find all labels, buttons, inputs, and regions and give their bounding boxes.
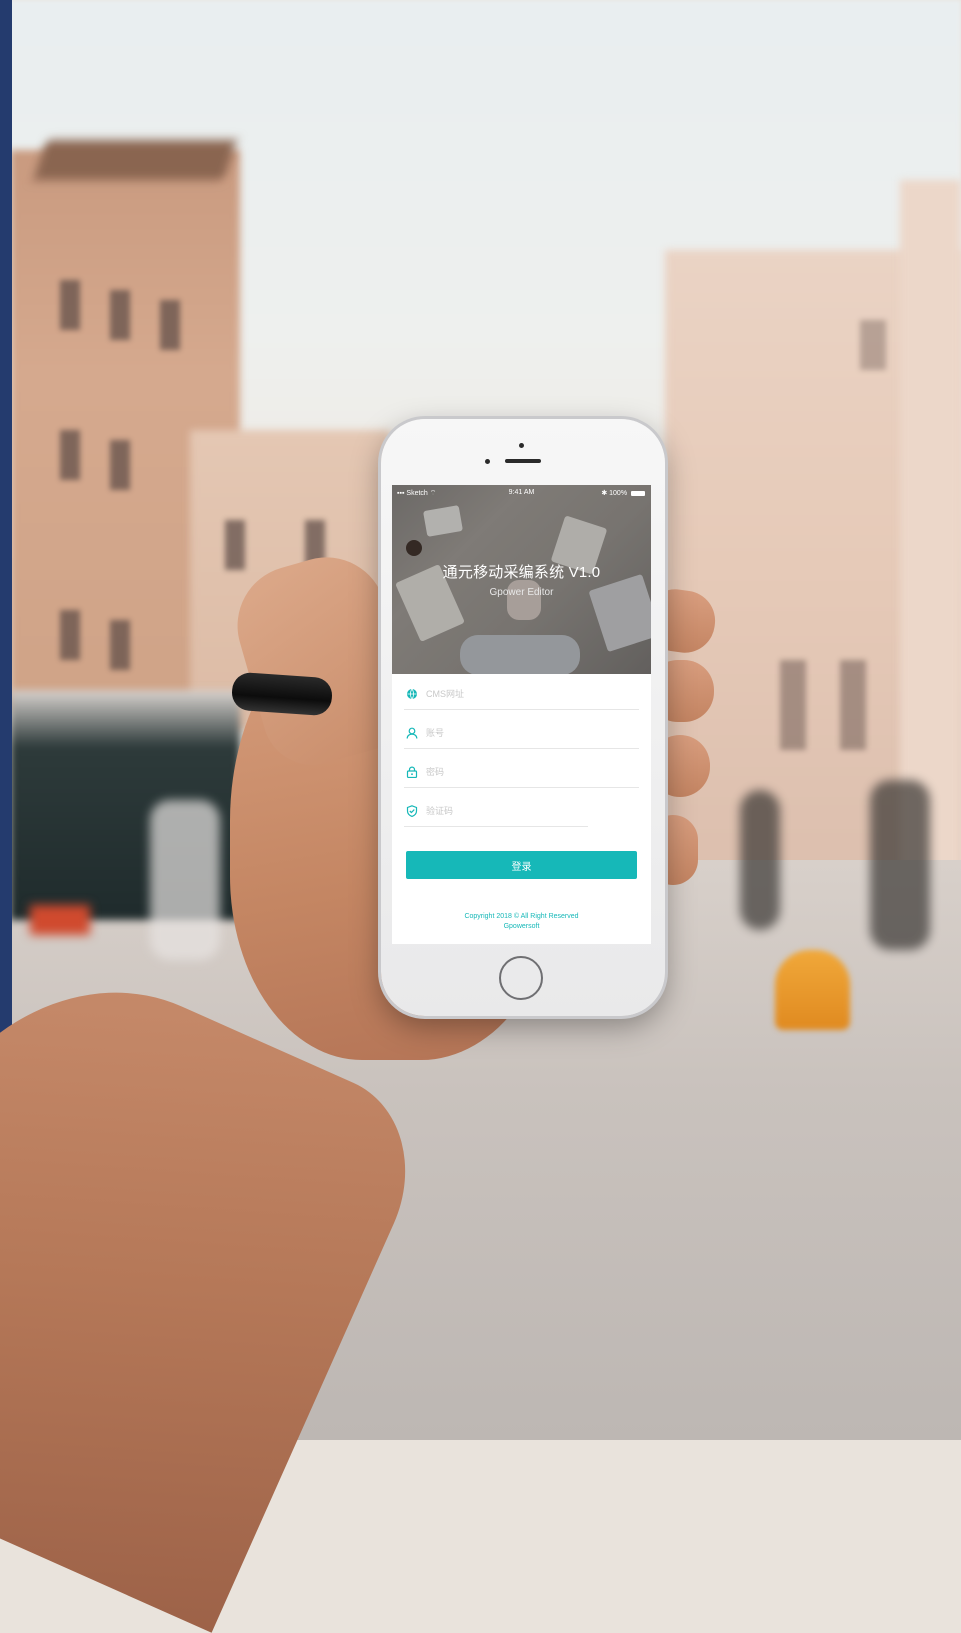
window — [860, 320, 886, 370]
captcha-input[interactable] — [426, 802, 626, 820]
phone-screen: ▪▪▪ Sketch ⌔ 9:41 AM ✱ 100% 通元移动采编系统 V1.… — [392, 485, 651, 944]
globe-icon — [406, 688, 418, 700]
status-bar: ▪▪▪ Sketch ⌔ 9:41 AM ✱ 100% — [392, 485, 651, 501]
earpiece-speaker — [505, 459, 541, 463]
window — [160, 300, 180, 350]
orange-bollard — [775, 950, 850, 1030]
cms-url-input[interactable] — [426, 685, 626, 703]
building-left-roof — [33, 140, 237, 180]
lock-icon — [406, 766, 418, 778]
kiosk-red-sign — [30, 905, 90, 935]
copyright-line: Copyright 2018 © All Right Reserved — [464, 913, 579, 920]
window — [780, 660, 806, 750]
pedestrian — [740, 790, 780, 930]
cms-url-field — [404, 679, 639, 710]
home-button[interactable] — [499, 956, 543, 1000]
company-name: Gpowersoft — [503, 923, 540, 930]
captcha-field — [404, 796, 626, 827]
bluetooth-icon: ✱ — [601, 490, 608, 497]
shield-check-icon — [406, 805, 418, 817]
password-input[interactable] — [426, 763, 626, 781]
building-right-far — [900, 180, 961, 880]
app-title: 通元移动采编系统 V1.0 — [442, 564, 601, 581]
front-camera — [519, 443, 524, 448]
window — [60, 280, 80, 330]
battery-icon — [631, 490, 645, 496]
window — [110, 290, 130, 340]
account-field — [404, 718, 639, 749]
battery-percent: 100% — [609, 490, 628, 497]
password-field — [404, 757, 639, 788]
app-subtitle: Gpower Editor — [489, 587, 554, 598]
user-icon — [406, 727, 418, 739]
pedestrian — [870, 780, 930, 950]
window — [110, 440, 130, 490]
battery-info: ✱ 100% — [601, 489, 645, 497]
proximity-sensor — [485, 459, 490, 464]
window — [840, 660, 866, 750]
window — [60, 430, 80, 480]
window — [110, 620, 130, 670]
window — [225, 520, 245, 570]
copyright-footer: Copyright 2018 © All Right Reserved Gpow… — [392, 912, 651, 932]
account-input[interactable] — [426, 724, 626, 742]
pedestrian — [150, 800, 220, 960]
login-hero-banner: ▪▪▪ Sketch ⌔ 9:41 AM ✱ 100% 通元移动采编系统 V1.… — [392, 485, 651, 674]
window — [60, 610, 80, 660]
black-ring — [230, 671, 334, 717]
login-button[interactable]: 登录 — [406, 851, 637, 879]
